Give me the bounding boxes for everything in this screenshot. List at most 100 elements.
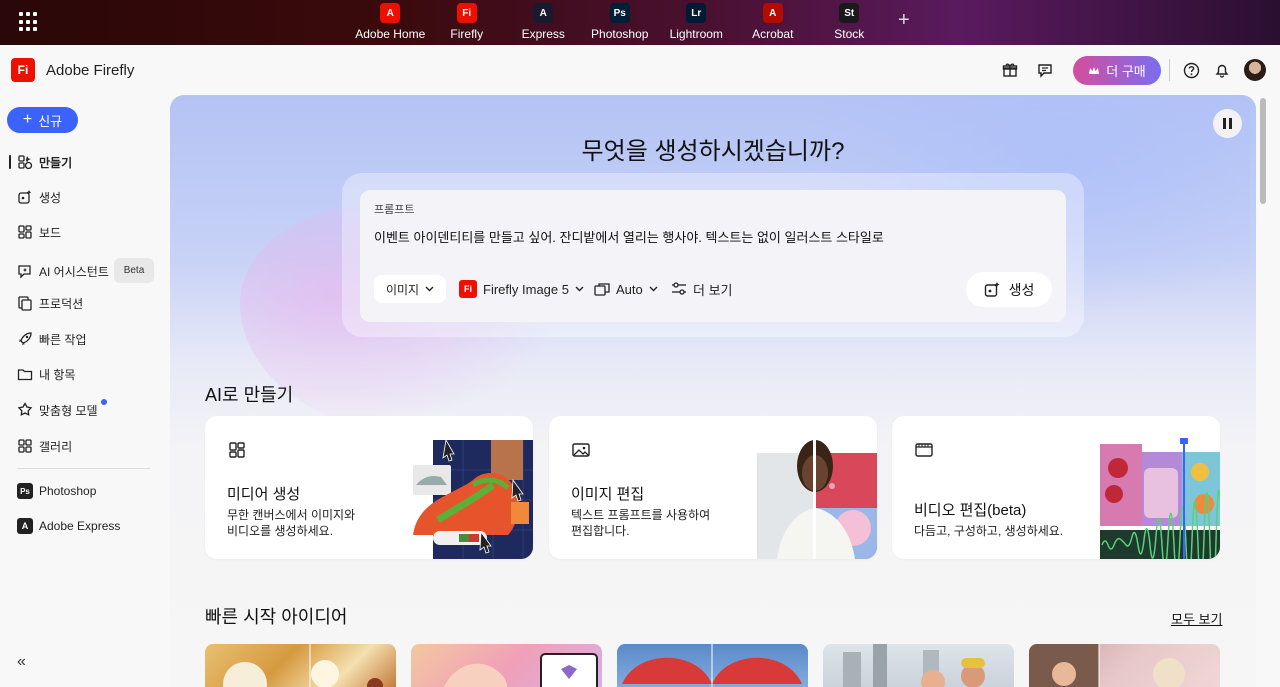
generate-label: 생성 [1008,281,1035,298]
idea-thumbnail-1[interactable] [205,644,396,687]
ai-section-title: AI로 만들기 [205,385,294,405]
sidebar-item-quick-actions[interactable]: 빠른 작업 [0,326,168,352]
create-icon [18,155,33,170]
prompt-input[interactable]: 이벤트 아이덴티티를 만들고 싶어. 잔디밭에서 열리는 행사야. 텍스트는 없… [374,227,884,246]
idea-image-4 [843,644,985,687]
scrollbar-thumb[interactable] [1260,98,1266,204]
app-firefly[interactable]: Fi Firefly [429,0,506,45]
model-dropdown[interactable]: Fi Firefly Image 5 [459,279,584,299]
app-adobe-home[interactable]: A Adobe Home [352,0,429,45]
sidebar-item-label: 프로덕션 [39,296,84,311]
more-settings-button[interactable]: 더 보기 [671,279,733,299]
app-express[interactable]: A Express [505,0,582,45]
express-icon: A [17,518,33,534]
firefly-logo[interactable]: Fi [11,58,35,82]
gift-icon[interactable] [999,59,1021,81]
app-stock[interactable]: St Stock [811,0,888,45]
app-grid-icon[interactable] [19,12,39,32]
aspect-ratio-icon [594,283,610,296]
idea-image-2 [443,653,598,687]
chevron-down-icon [649,286,658,292]
custom-model-icon [17,402,33,416]
sidebar-item-label: 내 항목 [39,367,76,382]
main-content: 무엇을 생성하시겠습니까? 프롬프트 이벤트 아이덴티티를 만들고 싶어. 잔디… [170,95,1256,687]
sidebar-item-label: 맞춤형 모델 [39,403,98,418]
stock-icon: St [839,3,860,23]
card-description-line2: 편집합니다. [571,524,630,538]
user-avatar[interactable] [1244,59,1266,81]
gallery-icon [18,439,32,453]
idea-thumbnail-3[interactable] [617,644,808,687]
sneaker-collage-image [413,440,533,559]
sidebar-app-express[interactable]: A Adobe Express [0,513,168,539]
video-timeline-image [1100,438,1220,559]
sidebar-item-label: 생성 [39,190,62,205]
sidebar-item-label: 빠른 작업 [39,332,87,347]
prompt-box[interactable]: 프롬프트 이벤트 아이덴티티를 만들고 싶어. 잔디밭에서 열리는 행사야. 텍… [360,190,1066,322]
prompt-label: 프롬프트 [374,204,415,216]
idea-thumbnail-2[interactable] [411,644,602,687]
adobe-home-icon: A [380,3,401,23]
sidebar-item-my-files[interactable]: 내 항목 [0,361,168,387]
add-app-icon[interactable]: + [898,9,910,32]
card-title: 이미지 편집 [571,486,645,503]
collapse-sidebar-icon[interactable]: « [17,653,26,671]
sidebar-item-generate[interactable]: 생성 [0,184,168,210]
idea-thumbnail-4[interactable] [823,644,1014,687]
lightroom-icon: Lr [686,3,707,23]
app-lightroom[interactable]: Lr Lightroom [658,0,735,45]
see-all-link[interactable]: 모두 보기 [1171,609,1222,628]
active-indicator [9,155,11,169]
content-type-dropdown[interactable]: 이미지 [374,275,446,303]
app-photoshop[interactable]: Ps Photoshop [582,0,659,45]
sidebar-item-board[interactable]: 보드 [0,219,168,245]
chevron-down-icon [575,286,584,292]
sliders-icon [672,282,686,295]
idea-thumbnail-5[interactable] [1029,644,1220,687]
chat-icon[interactable] [1034,59,1056,81]
brand-title[interactable]: Adobe Firefly [46,62,134,79]
express-icon: A [533,3,554,23]
board-icon [18,225,32,239]
app-acrobat[interactable]: A Acrobat [735,0,812,45]
firefly-icon: Fi [456,3,477,23]
image-icon [572,443,590,457]
plus-icon: + [22,111,33,128]
bell-icon[interactable] [1211,59,1233,81]
sidebar-item-label: AI 어시스턴트 [39,264,109,279]
sidebar-app-label: Photoshop [39,484,97,498]
card-description-line1: 무한 캔버스에서 이미지와 [227,508,356,522]
sidebar-app-label: Adobe Express [39,519,121,533]
sidebar-app-photoshop[interactable]: Ps Photoshop [0,478,168,504]
new-indicator-dot [101,399,107,405]
help-icon[interactable] [1180,59,1202,81]
sidebar: + 신규 만들기 생성 보드 AI 어시스턴트 Beta 프로덕션 빠른 작업 … [0,95,168,687]
sidebar-item-ai-assistant[interactable]: AI 어시스턴트 Beta [0,258,168,284]
image-edit-card[interactable]: 이미지 편집 텍스트 프롬프트를 사용하여 편집합니다. [549,416,877,559]
hero-title: 무엇을 생성하시겠습니까? [581,138,845,165]
sidebar-item-label: 갤러리 [39,439,73,454]
new-button[interactable]: + 신규 [7,107,78,133]
media-generate-card[interactable]: 미디어 생성 무한 캔버스에서 이미지와 비디오를 생성하세요. [205,416,533,559]
sidebar-divider [17,468,150,469]
buy-more-button[interactable]: 더 구매 [1073,56,1161,85]
header: Fi Adobe Firefly 더 구매 [0,45,1280,95]
sidebar-item-create[interactable]: 만들기 [0,149,168,175]
card-description-line1: 텍스트 프롬프트를 사용하여 [571,508,711,522]
sidebar-item-custom-models[interactable]: 맞춤형 모델 [0,397,168,423]
chevron-down-icon [425,286,434,292]
production-icon [18,296,32,311]
sidebar-item-production[interactable]: 프로덕션 [0,290,168,316]
header-divider [1169,59,1170,81]
idea-image-5 [1029,644,1185,687]
generate-button[interactable]: 생성 [966,272,1052,307]
video-edit-card[interactable]: 비디오 편집(beta) 다듬고, 구성하고, 생성하세요. [892,416,1220,559]
rocket-icon [19,332,32,345]
generate-icon [984,282,1000,297]
quick-ideas-title: 빠른 시작 아이디어 [205,607,348,627]
acrobat-icon: A [762,3,783,23]
app-list: A Adobe Home Fi Firefly A Express Ps Photoshop L… [352,0,888,45]
card-description-line1: 다듬고, 구성하고, 생성하세요. [914,524,1064,538]
sidebar-item-gallery[interactable]: 갤러리 [0,433,168,459]
aspect-ratio-dropdown[interactable]: Auto [594,279,658,299]
